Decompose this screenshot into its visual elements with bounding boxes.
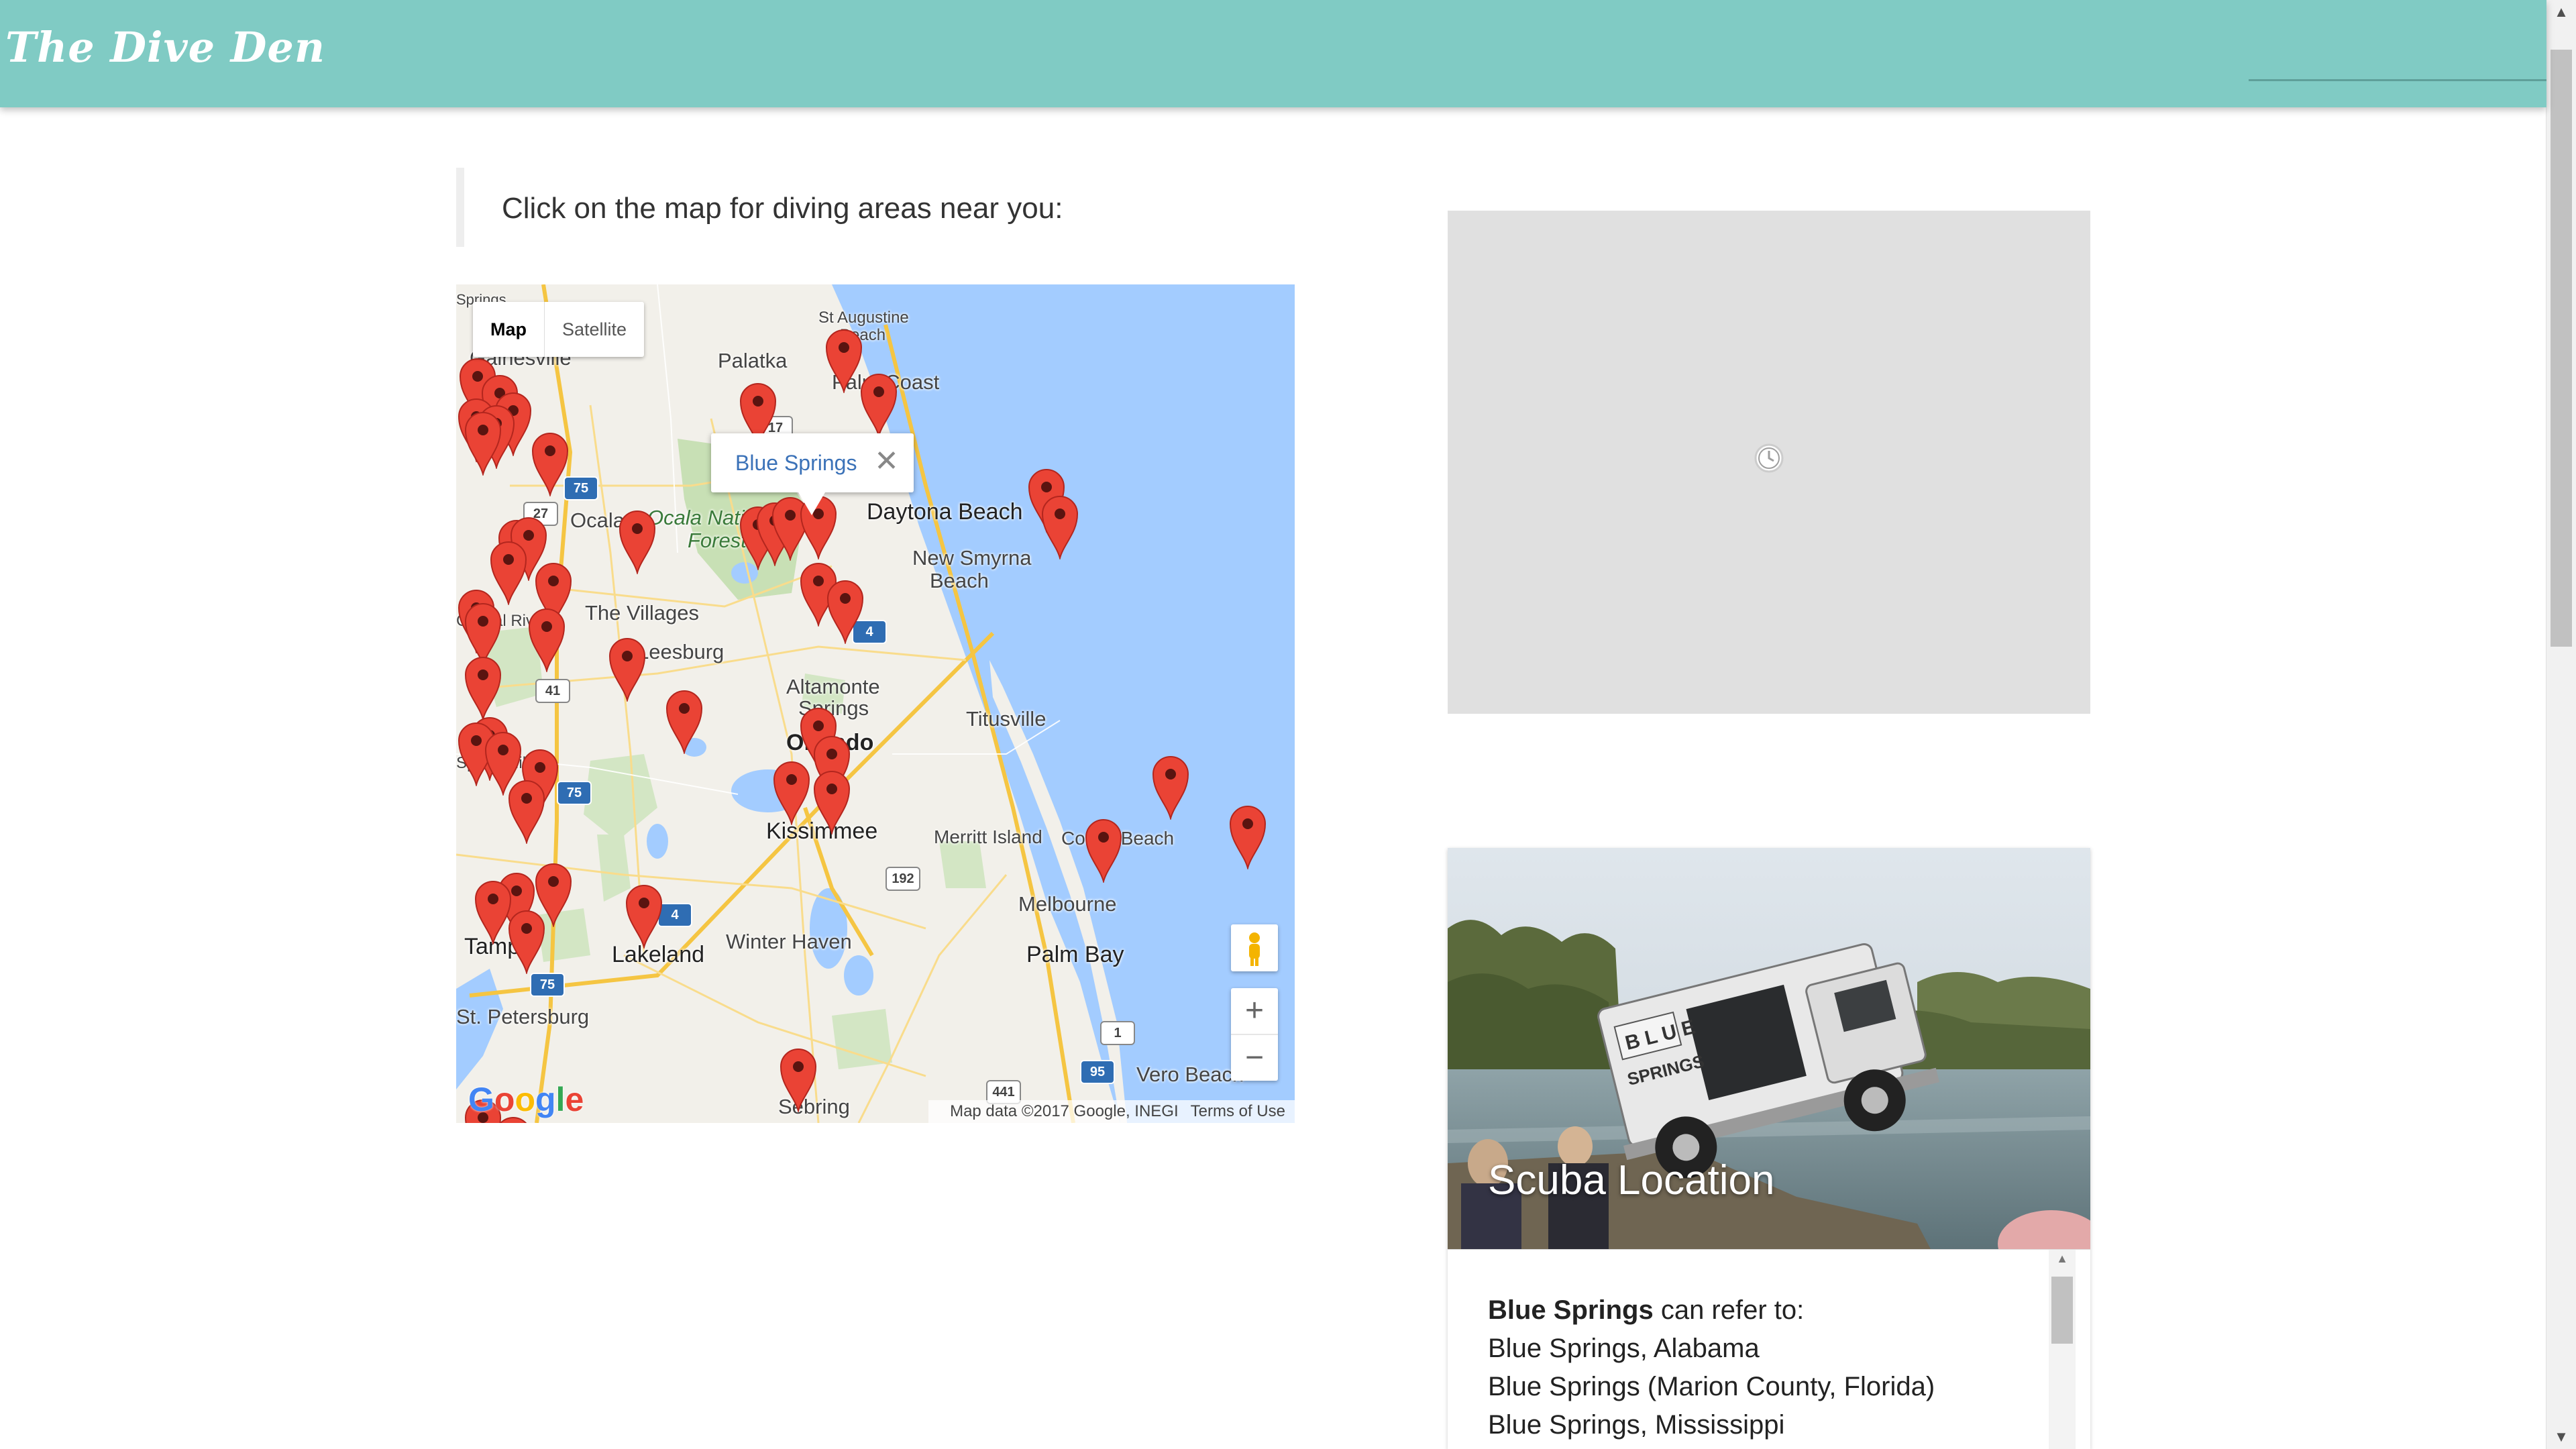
page-scrollbar[interactable]: ▲ ▼: [2546, 0, 2576, 1449]
terms-of-use-link[interactable]: Terms of Use: [1191, 1102, 1285, 1120]
map-label: Ocala: [570, 508, 625, 532]
media-placeholder: [1448, 211, 2090, 714]
map-pin-icon[interactable]: [506, 907, 547, 975]
street-view-pegman-button[interactable]: [1231, 924, 1278, 971]
zoom-out-button[interactable]: −: [1231, 1035, 1278, 1081]
map-label: Leesburg: [637, 640, 724, 663]
map-pin-icon[interactable]: [624, 881, 664, 950]
map-pin-icon[interactable]: [617, 507, 657, 576]
map-pin-icon[interactable]: [859, 370, 899, 439]
google-logo[interactable]: Google: [468, 1080, 584, 1119]
map-label: St Augustine: [818, 309, 909, 327]
map-data-credit: Map data ©2017 Google, INEGI: [950, 1102, 1179, 1120]
scroll-down-arrow-icon[interactable]: ▼: [2546, 1425, 2576, 1449]
location-card: B L U E SPRINGS Scuba Location Blue Spri…: [1448, 848, 2090, 1449]
map-label: Melbourne: [1018, 892, 1117, 916]
map-label: Altamonte: [786, 675, 880, 698]
map-pin-icon[interactable]: [1150, 753, 1191, 821]
map-pin-icon[interactable]: [463, 409, 503, 477]
zoom-control[interactable]: + −: [1231, 988, 1278, 1081]
map-pin-icon[interactable]: [530, 429, 570, 498]
route-shield: 1: [1100, 1021, 1135, 1045]
close-icon[interactable]: ✕: [874, 444, 899, 478]
map-pin-icon[interactable]: [771, 758, 812, 826]
description-scrollbar[interactable]: ▲: [2049, 1250, 2076, 1449]
pegman-icon: [1249, 932, 1260, 966]
map-pin-icon[interactable]: [1040, 492, 1080, 561]
map-pin-icon[interactable]: [824, 326, 864, 394]
map-pin-icon[interactable]: [825, 577, 865, 645]
map-pin-icon[interactable]: [812, 767, 852, 836]
dive-map[interactable]: St Augustine Beach Springs Gainesville P…: [456, 284, 1295, 1123]
card-description: Blue Springs can refer to: Blue Springs,…: [1448, 1249, 2090, 1449]
intro-text: Click on the map for diving areas near y…: [502, 192, 1063, 225]
map-label: Winter Haven: [726, 930, 852, 953]
description-line: Blue Springs, Mississippi: [1488, 1410, 1785, 1440]
google-logo-text: Google: [468, 1081, 584, 1118]
route-shield: 75: [530, 973, 565, 997]
map-label: Palatka: [718, 349, 788, 372]
map-label: Vero Beach: [1136, 1063, 1244, 1086]
description-term: Blue Springs: [1488, 1295, 1654, 1325]
map-label: New Smyrna: [912, 546, 1032, 570]
description-lead: can refer to:: [1653, 1295, 1805, 1325]
map-type-map-button[interactable]: Map: [473, 302, 545, 357]
map-label: Titusville: [966, 707, 1046, 731]
map-pin-icon[interactable]: [506, 777, 547, 845]
map-pin-icon[interactable]: [1083, 816, 1124, 884]
location-photo: B L U E SPRINGS Scuba Location: [1448, 848, 2090, 1249]
map-type-satellite-button[interactable]: Satellite: [545, 302, 644, 357]
map-label: The Villages: [585, 601, 700, 625]
route-shield: 95: [1080, 1060, 1115, 1084]
card-title: Scuba Location: [1488, 1157, 1775, 1203]
map-label: Merritt Island: [934, 826, 1042, 847]
description-text: Blue Springs can refer to: Blue Springs,…: [1488, 1291, 1935, 1444]
map-pin-icon[interactable]: [607, 635, 647, 703]
info-window-title[interactable]: Blue Springs: [735, 451, 857, 476]
scroll-up-arrow-icon[interactable]: ▲: [2049, 1250, 2076, 1267]
description-scrollbar-thumb[interactable]: [2051, 1277, 2073, 1344]
description-line: Blue Springs (Marion County, Florida): [1488, 1372, 1935, 1401]
map-label: Palm Bay: [1026, 942, 1124, 967]
route-shield: 192: [885, 867, 920, 891]
route-shield: 41: [535, 679, 570, 703]
loading-clock-icon: [1754, 443, 1784, 473]
description-line: Blue Springs, Alabama: [1488, 1334, 1760, 1363]
intro-blockquote: Click on the map for diving areas near y…: [456, 168, 1135, 247]
map-label: St. Petersburg: [456, 1005, 590, 1028]
map-pin-icon[interactable]: [527, 605, 567, 674]
info-window[interactable]: Blue Springs ✕: [711, 433, 914, 515]
zoom-in-button[interactable]: +: [1231, 988, 1278, 1035]
page-scrollbar-thumb[interactable]: [2551, 50, 2572, 647]
map-pin-icon[interactable]: [664, 687, 704, 755]
map-label: Daytona Beach: [867, 499, 1023, 525]
route-shield: 75: [557, 781, 592, 805]
map-pin-icon[interactable]: [778, 1045, 818, 1114]
map-pin-icon[interactable]: [1228, 802, 1268, 871]
map-pin-icon[interactable]: [463, 653, 503, 722]
map-type-control[interactable]: Map Satellite: [473, 302, 645, 357]
scroll-up-arrow-icon[interactable]: ▲: [2546, 0, 2576, 24]
site-brand[interactable]: The Dive Den: [5, 23, 325, 72]
map-attribution: Map data ©2017 Google, INEGI Terms of Use: [928, 1100, 1295, 1123]
map-label: Beach: [930, 569, 989, 592]
top-app-bar: The Dive Den: [0, 0, 2546, 107]
search-input-underline[interactable]: [2249, 79, 2546, 81]
